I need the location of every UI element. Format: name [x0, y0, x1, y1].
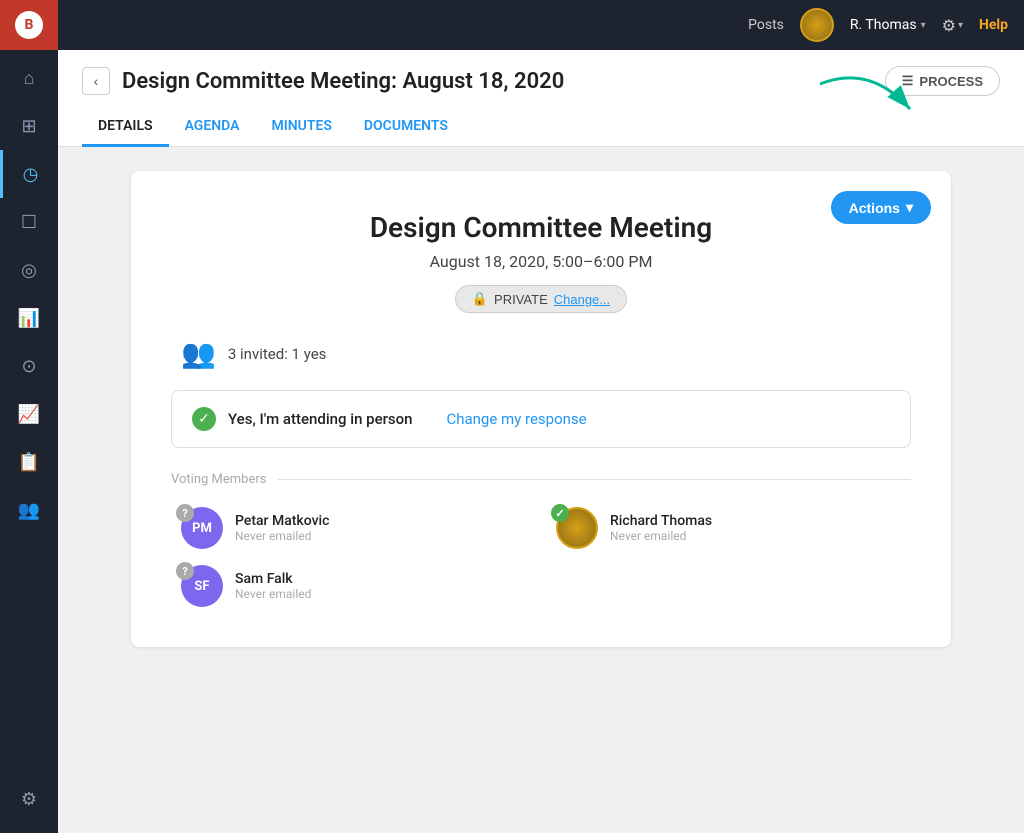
nav-posts-link[interactable]: Posts [748, 17, 784, 33]
trend-icon: 📈 [18, 404, 40, 425]
header-title-row: ‹ Design Committee Meeting: August 18, 2… [82, 67, 564, 95]
member-info-sam: Sam Falk Never emailed [235, 571, 311, 601]
attending-box: ✓ Yes, I'm attending in person Change my… [171, 390, 911, 448]
top-nav: Posts R. Thomas ▾ ⚙ ▾ Help [58, 0, 1024, 50]
member-avatar-wrap-sam: ? SF [181, 565, 223, 607]
privacy-button[interactable]: 🔒 PRIVATE Change... [455, 285, 627, 313]
lock-icon: 🔒 [472, 291, 488, 307]
nav-avatar [800, 8, 834, 42]
member-avatar-wrap-richard: ✓ [556, 507, 598, 549]
grid-icon: ⊞ [21, 116, 36, 137]
content-area: ‹ Design Committee Meeting: August 18, 2… [58, 50, 1024, 833]
check-circle-icon: ⊙ [21, 356, 36, 377]
member-email-petar: Never emailed [235, 529, 329, 543]
sidebar-item-check[interactable]: ⊙ [0, 342, 58, 390]
tab-documents[interactable]: DOCUMENTS [348, 108, 464, 147]
actions-chevron-icon: ▾ [906, 199, 913, 216]
member-status-yes-richard: ✓ [551, 504, 569, 522]
settings-icon: ⚙ [21, 789, 37, 810]
username-chevron-icon: ▾ [921, 20, 926, 31]
clock-icon: ◷ [23, 164, 39, 185]
sidebar: B ⌂ ⊞ ◷ ☐ ◎ 📊 ⊙ 📈 📋 👥 ⚙ [0, 0, 58, 833]
member-name-sam: Sam Falk [235, 571, 311, 587]
member-info-petar: Petar Matkovic Never emailed [235, 513, 329, 543]
tabs-bar: DETAILS AGENDA MINUTES DOCUMENTS [82, 108, 1000, 146]
nav-username[interactable]: R. Thomas ▾ [850, 17, 926, 33]
tab-agenda[interactable]: AGENDA [169, 108, 256, 147]
actions-button[interactable]: Actions ▾ [831, 191, 931, 224]
member-email-richard: Never emailed [610, 529, 712, 543]
main-area: Posts R. Thomas ▾ ⚙ ▾ Help ‹ Design Comm… [58, 0, 1024, 833]
sidebar-logo: B [0, 0, 58, 50]
chart-icon: 📊 [18, 308, 40, 329]
sidebar-item-home[interactable]: ⌂ [0, 54, 58, 102]
privacy-badge: 🔒 PRIVATE Change... [171, 285, 911, 313]
attending-spacer [431, 410, 435, 429]
target-icon: ◎ [21, 260, 37, 281]
member-name-richard: Richard Thomas [610, 513, 712, 529]
sidebar-item-target[interactable]: ◎ [0, 246, 58, 294]
username-text: R. Thomas [850, 17, 917, 33]
tab-documents-label: DOCUMENTS [364, 118, 448, 134]
header-bar: ‹ Design Committee Meeting: August 18, 2… [58, 50, 1024, 147]
tab-details-label: DETAILS [98, 118, 153, 134]
tab-minutes[interactable]: MINUTES [255, 108, 347, 147]
invited-text: 3 invited: 1 yes [228, 345, 327, 363]
member-item-sam: ? SF Sam Falk Never emailed [181, 565, 536, 607]
change-response-link[interactable]: Change my response [446, 410, 586, 428]
members-grid: ? PM Petar Matkovic Never emailed ✓ [171, 507, 911, 607]
sidebar-item-chart[interactable]: 📊 [0, 294, 58, 342]
nav-gear-button[interactable]: ⚙ ▾ [942, 16, 963, 35]
change-privacy-link[interactable]: Change... [554, 292, 610, 307]
member-status-unknown-petar: ? [176, 504, 194, 522]
sidebar-item-grid[interactable]: ⊞ [0, 102, 58, 150]
sidebar-item-trend[interactable]: 📈 [0, 390, 58, 438]
process-btn-wrap: ☰ PROCESS [885, 66, 1000, 96]
sidebar-bottom: ⚙ [0, 775, 58, 823]
back-icon: ‹ [94, 73, 99, 89]
voting-section: Voting Members ? PM Petar Matkovic Never… [171, 472, 911, 607]
member-item-petar: ? PM Petar Matkovic Never emailed [181, 507, 536, 549]
home-icon: ⌂ [24, 68, 35, 89]
notes-icon: 📋 [18, 452, 40, 473]
sidebar-item-notes[interactable]: 📋 [0, 438, 58, 486]
meeting-date: August 18, 2020, 5:00–6:00 PM [171, 252, 911, 271]
member-info-richard: Richard Thomas Never emailed [610, 513, 712, 543]
invited-people-icon: 👥 [181, 337, 216, 370]
tab-minutes-label: MINUTES [271, 118, 331, 134]
attending-check-icon: ✓ [192, 407, 216, 431]
header-top: ‹ Design Committee Meeting: August 18, 2… [82, 66, 1000, 96]
sidebar-item-people[interactable]: 👥 [0, 486, 58, 534]
member-item-richard: ✓ Richard Thomas Never emailed [556, 507, 911, 549]
sidebar-item-document[interactable]: ☐ [0, 198, 58, 246]
page-title: Design Committee Meeting: August 18, 202… [122, 69, 564, 94]
attending-text: Yes, I'm attending in person [228, 410, 413, 428]
document-icon: ☐ [21, 212, 37, 233]
gear-icon: ⚙ [942, 16, 956, 35]
privacy-label: PRIVATE [494, 292, 548, 307]
app-logo-icon: B [15, 11, 43, 39]
nav-help-link[interactable]: Help [979, 17, 1008, 33]
member-status-unknown-sam: ? [176, 562, 194, 580]
member-email-sam: Never emailed [235, 587, 311, 601]
main-content: Actions ▾ Design Committee Meeting Augus… [58, 147, 1024, 671]
back-button[interactable]: ‹ [82, 67, 110, 95]
invited-section: 👥 3 invited: 1 yes [171, 337, 911, 370]
tab-details[interactable]: DETAILS [82, 108, 169, 147]
tab-agenda-label: AGENDA [185, 118, 240, 134]
list-icon: ☰ [902, 73, 914, 89]
member-name-petar: Petar Matkovic [235, 513, 329, 529]
sidebar-item-settings[interactable]: ⚙ [0, 775, 58, 823]
gear-chevron-icon: ▾ [958, 20, 963, 31]
member-avatar-wrap-petar: ? PM [181, 507, 223, 549]
actions-label: Actions [849, 200, 900, 216]
meeting-title: Design Committee Meeting [171, 211, 911, 244]
voting-label: Voting Members [171, 472, 911, 487]
people-icon: 👥 [18, 500, 40, 521]
meeting-card: Actions ▾ Design Committee Meeting Augus… [131, 171, 951, 647]
process-button[interactable]: ☰ PROCESS [885, 66, 1000, 96]
process-label: PROCESS [919, 74, 983, 89]
sidebar-item-clock[interactable]: ◷ [0, 150, 58, 198]
